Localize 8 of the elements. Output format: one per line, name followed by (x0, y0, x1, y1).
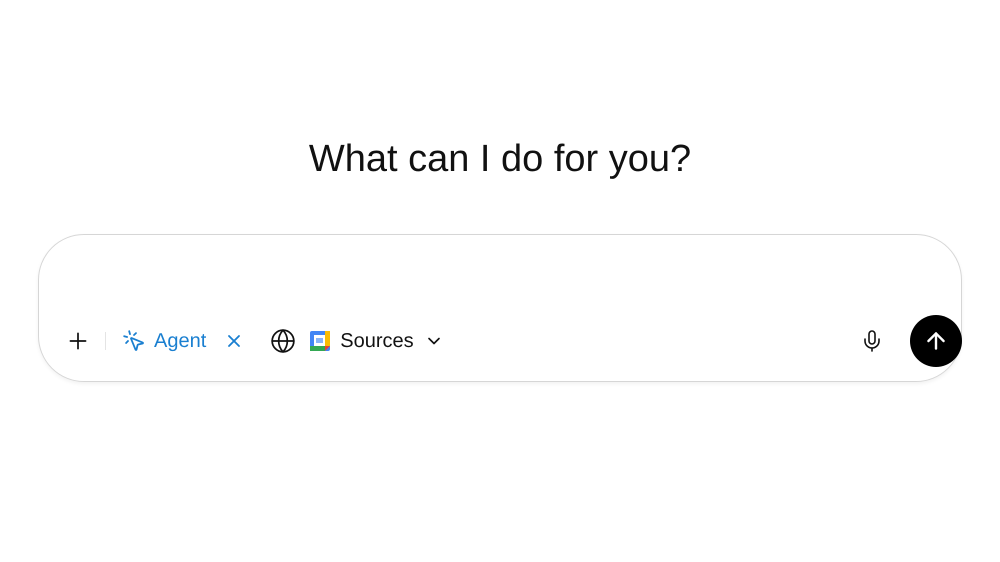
send-button[interactable] (910, 315, 962, 367)
calendar-icon (310, 331, 330, 351)
prompt-composer[interactable]: Agent Sources (38, 234, 962, 382)
cursor-click-icon (122, 329, 146, 353)
sources-dropdown[interactable]: Sources (308, 328, 446, 354)
agent-chip[interactable]: Agent (120, 327, 208, 355)
page-heading: What can I do for you? (308, 137, 692, 182)
globe-icon (270, 328, 296, 354)
